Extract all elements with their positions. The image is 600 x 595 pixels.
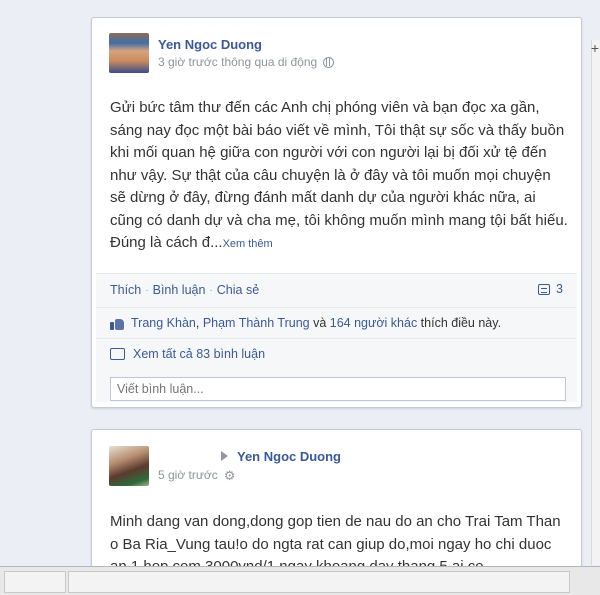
author-avatar[interactable] [109,446,149,486]
comment-link[interactable]: Bình luận [153,283,206,297]
timestamp[interactable]: 5 giờ trước [158,468,218,482]
author-name[interactable]: Yen Ngoc Duong [158,37,262,52]
timestamp[interactable]: 3 giờ trước thông qua di động [158,55,317,69]
comment-icon [538,283,551,295]
story-1: Yen Ngoc Duong 3 giờ trước thông qua di … [91,17,582,408]
likes-row: Trang Khàn , Phạm Thành Trung và 164 ngư… [96,307,577,338]
story-meta: 5 giờ trước ⚙ [158,468,235,482]
like-link[interactable]: Thích [110,283,141,297]
separator: · [145,284,149,296]
separator: · [209,284,213,296]
globe-icon[interactable] [323,56,335,68]
story-body: Gửi bức tâm thư đến các Anh chị phóng vi… [110,99,568,251]
like-icon [110,317,124,330]
liker-name-2[interactable]: Phạm Thành Trung [203,316,310,330]
likes-others-link[interactable]: 164 người khác [330,316,417,330]
share-link[interactable]: Chia sẻ [217,283,259,297]
gear-icon[interactable]: ⚙ [224,469,236,482]
taskbar-segment[interactable] [4,571,66,593]
plus-icon[interactable]: + [591,40,599,56]
comment-count[interactable]: 3 [538,282,563,296]
arrow-right-icon [221,451,228,461]
comment-count-value: 3 [556,282,563,296]
author-name[interactable]: Yen Ngoc Duong [237,449,341,464]
scrollbar[interactable] [591,40,600,565]
view-all-comments[interactable]: Xem tất cả 83 bình luận [96,338,577,369]
liker-name-1[interactable]: Trang Khàn [131,316,196,330]
author-avatar[interactable] [109,33,149,73]
likes-suffix: thích điều này. [417,316,502,330]
action-bar: Thích · Bình luận · Chia sẻ 3 [96,274,577,306]
feedback-area: Thích · Bình luận · Chia sẻ 3 Trang Khàn… [96,273,577,402]
taskbar-segment[interactable] [68,571,570,593]
view-all-comments-link[interactable]: Xem tất cả 83 bình luận [133,347,265,361]
comment-input[interactable] [110,377,566,401]
likes-and: và [309,316,330,330]
chat-icon [110,348,125,360]
story-text: Gửi bức tâm thư đến các Anh chị phóng vi… [110,97,570,256]
story-2: Yen Ngoc Duong 5 giờ trước ⚙ Minh dang v… [91,429,582,579]
bottom-taskbar [0,566,600,595]
story-meta: 3 giờ trước thông qua di động [158,55,335,69]
likes-separator: , [195,316,203,330]
see-more-link[interactable]: Xem thêm [223,238,273,250]
